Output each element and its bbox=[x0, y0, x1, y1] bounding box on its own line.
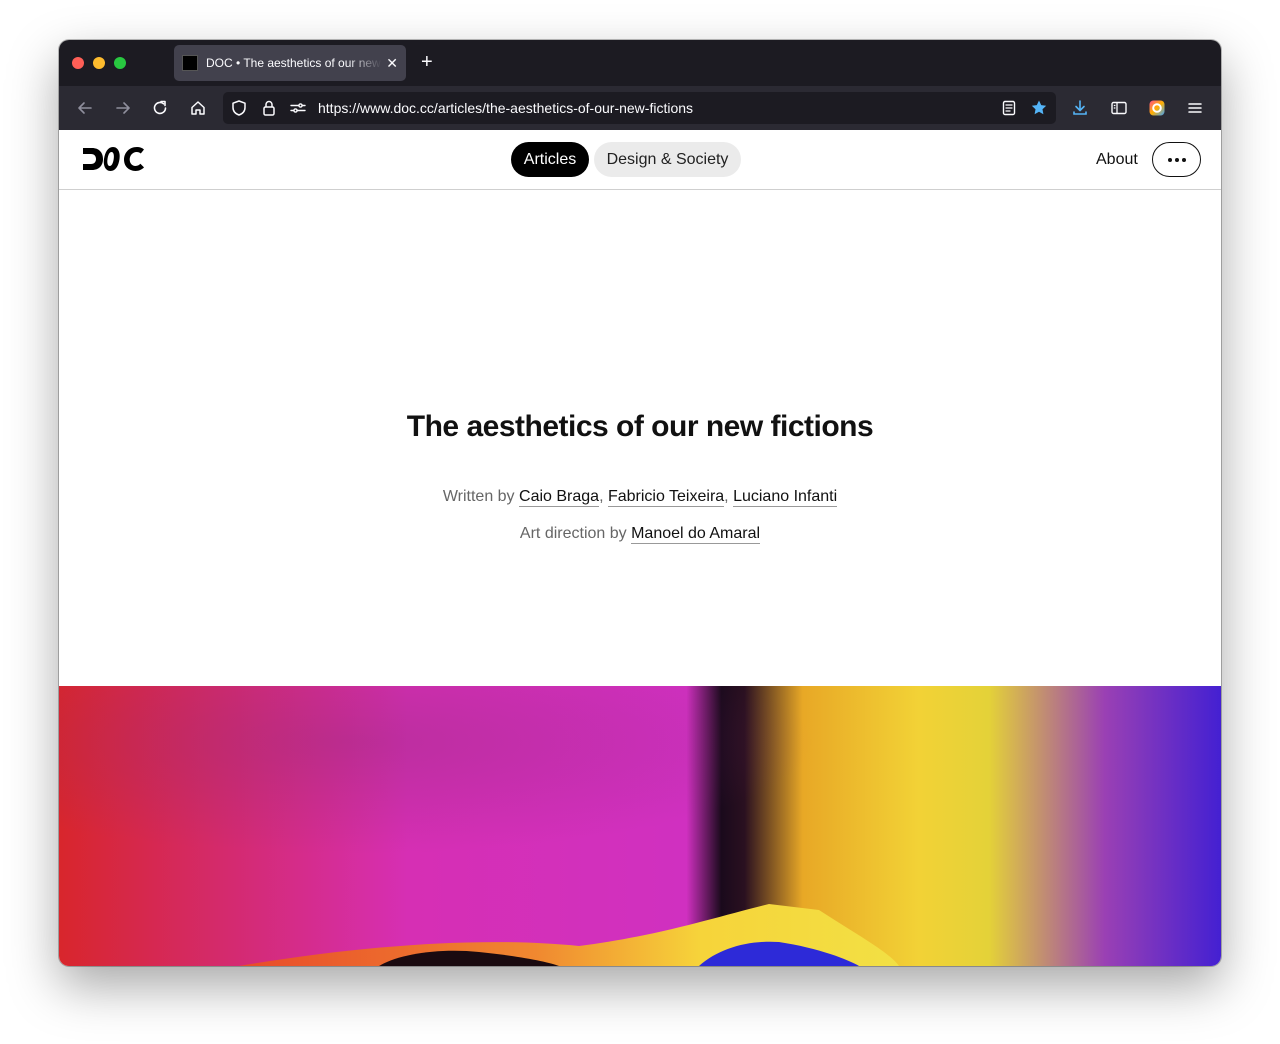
sidebar-icon[interactable] bbox=[1109, 98, 1129, 118]
reload-icon[interactable] bbox=[150, 98, 170, 118]
hero-image bbox=[59, 686, 1221, 966]
title-bar: DOC • The aesthetics of our new fictions… bbox=[59, 40, 1221, 86]
url-bar[interactable]: https://www.doc.cc/articles/the-aestheti… bbox=[223, 92, 1056, 124]
reader-view-icon[interactable] bbox=[999, 98, 1019, 118]
doc-logo[interactable] bbox=[82, 146, 146, 177]
more-options-button[interactable] bbox=[1152, 142, 1201, 177]
author-link[interactable]: Luciano Infanti bbox=[733, 488, 838, 507]
forward-arrow-icon[interactable] bbox=[113, 98, 133, 118]
nav-articles-pill[interactable]: Articles bbox=[511, 142, 589, 177]
web-page: Articles Design & Society About The aest… bbox=[59, 130, 1221, 966]
doc-logo-mark bbox=[83, 147, 144, 171]
hero-artwork bbox=[59, 686, 1221, 966]
site-header: Articles Design & Society About bbox=[59, 130, 1221, 190]
written-by-label: Written by bbox=[442, 488, 515, 505]
browser-tab[interactable]: DOC • The aesthetics of our new fictions… bbox=[174, 45, 406, 81]
article-title: The aesthetics of our new fictions bbox=[406, 410, 874, 443]
nav-design-society-pill[interactable]: Design & Society bbox=[594, 142, 741, 177]
permissions-icon[interactable] bbox=[288, 98, 308, 118]
tab-close-icon[interactable]: ✕ bbox=[386, 55, 398, 72]
navigation-toolbar: https://www.doc.cc/articles/the-aestheti… bbox=[59, 86, 1221, 130]
close-window-button[interactable] bbox=[72, 57, 84, 69]
shield-icon[interactable] bbox=[229, 98, 249, 118]
downloads-icon[interactable] bbox=[1070, 98, 1090, 118]
doc-favicon-icon bbox=[182, 55, 198, 71]
about-link[interactable]: About bbox=[1096, 151, 1138, 169]
more-dots-icon bbox=[1167, 157, 1172, 162]
bookmark-star-icon[interactable] bbox=[1029, 98, 1049, 118]
tab-title: DOC • The aesthetics of our new fictions bbox=[206, 56, 382, 70]
art-direction-label: Art direction by bbox=[519, 525, 627, 542]
art-direction-line: Art direction by Manoel do Amaral bbox=[59, 525, 1221, 544]
home-icon[interactable] bbox=[188, 98, 208, 118]
author-link[interactable]: Caio Braga bbox=[519, 488, 600, 507]
extension-icon[interactable] bbox=[1147, 98, 1167, 118]
browser-window: DOC • The aesthetics of our new fictions… bbox=[59, 40, 1221, 966]
art-director-link[interactable]: Manoel do Amaral bbox=[631, 525, 761, 544]
menu-icon[interactable] bbox=[1185, 98, 1205, 118]
written-by-line: Written by Caio Braga, Fabricio Teixeira… bbox=[442, 488, 838, 507]
new-tab-button[interactable]: + bbox=[421, 51, 433, 73]
zoom-window-button[interactable] bbox=[114, 57, 126, 69]
back-arrow-icon[interactable] bbox=[75, 98, 95, 118]
url-text[interactable]: https://www.doc.cc/articles/the-aestheti… bbox=[318, 100, 693, 116]
lock-icon[interactable] bbox=[259, 98, 279, 118]
author-link[interactable]: Fabricio Teixeira bbox=[607, 488, 725, 507]
minimize-window-button[interactable] bbox=[93, 57, 105, 69]
